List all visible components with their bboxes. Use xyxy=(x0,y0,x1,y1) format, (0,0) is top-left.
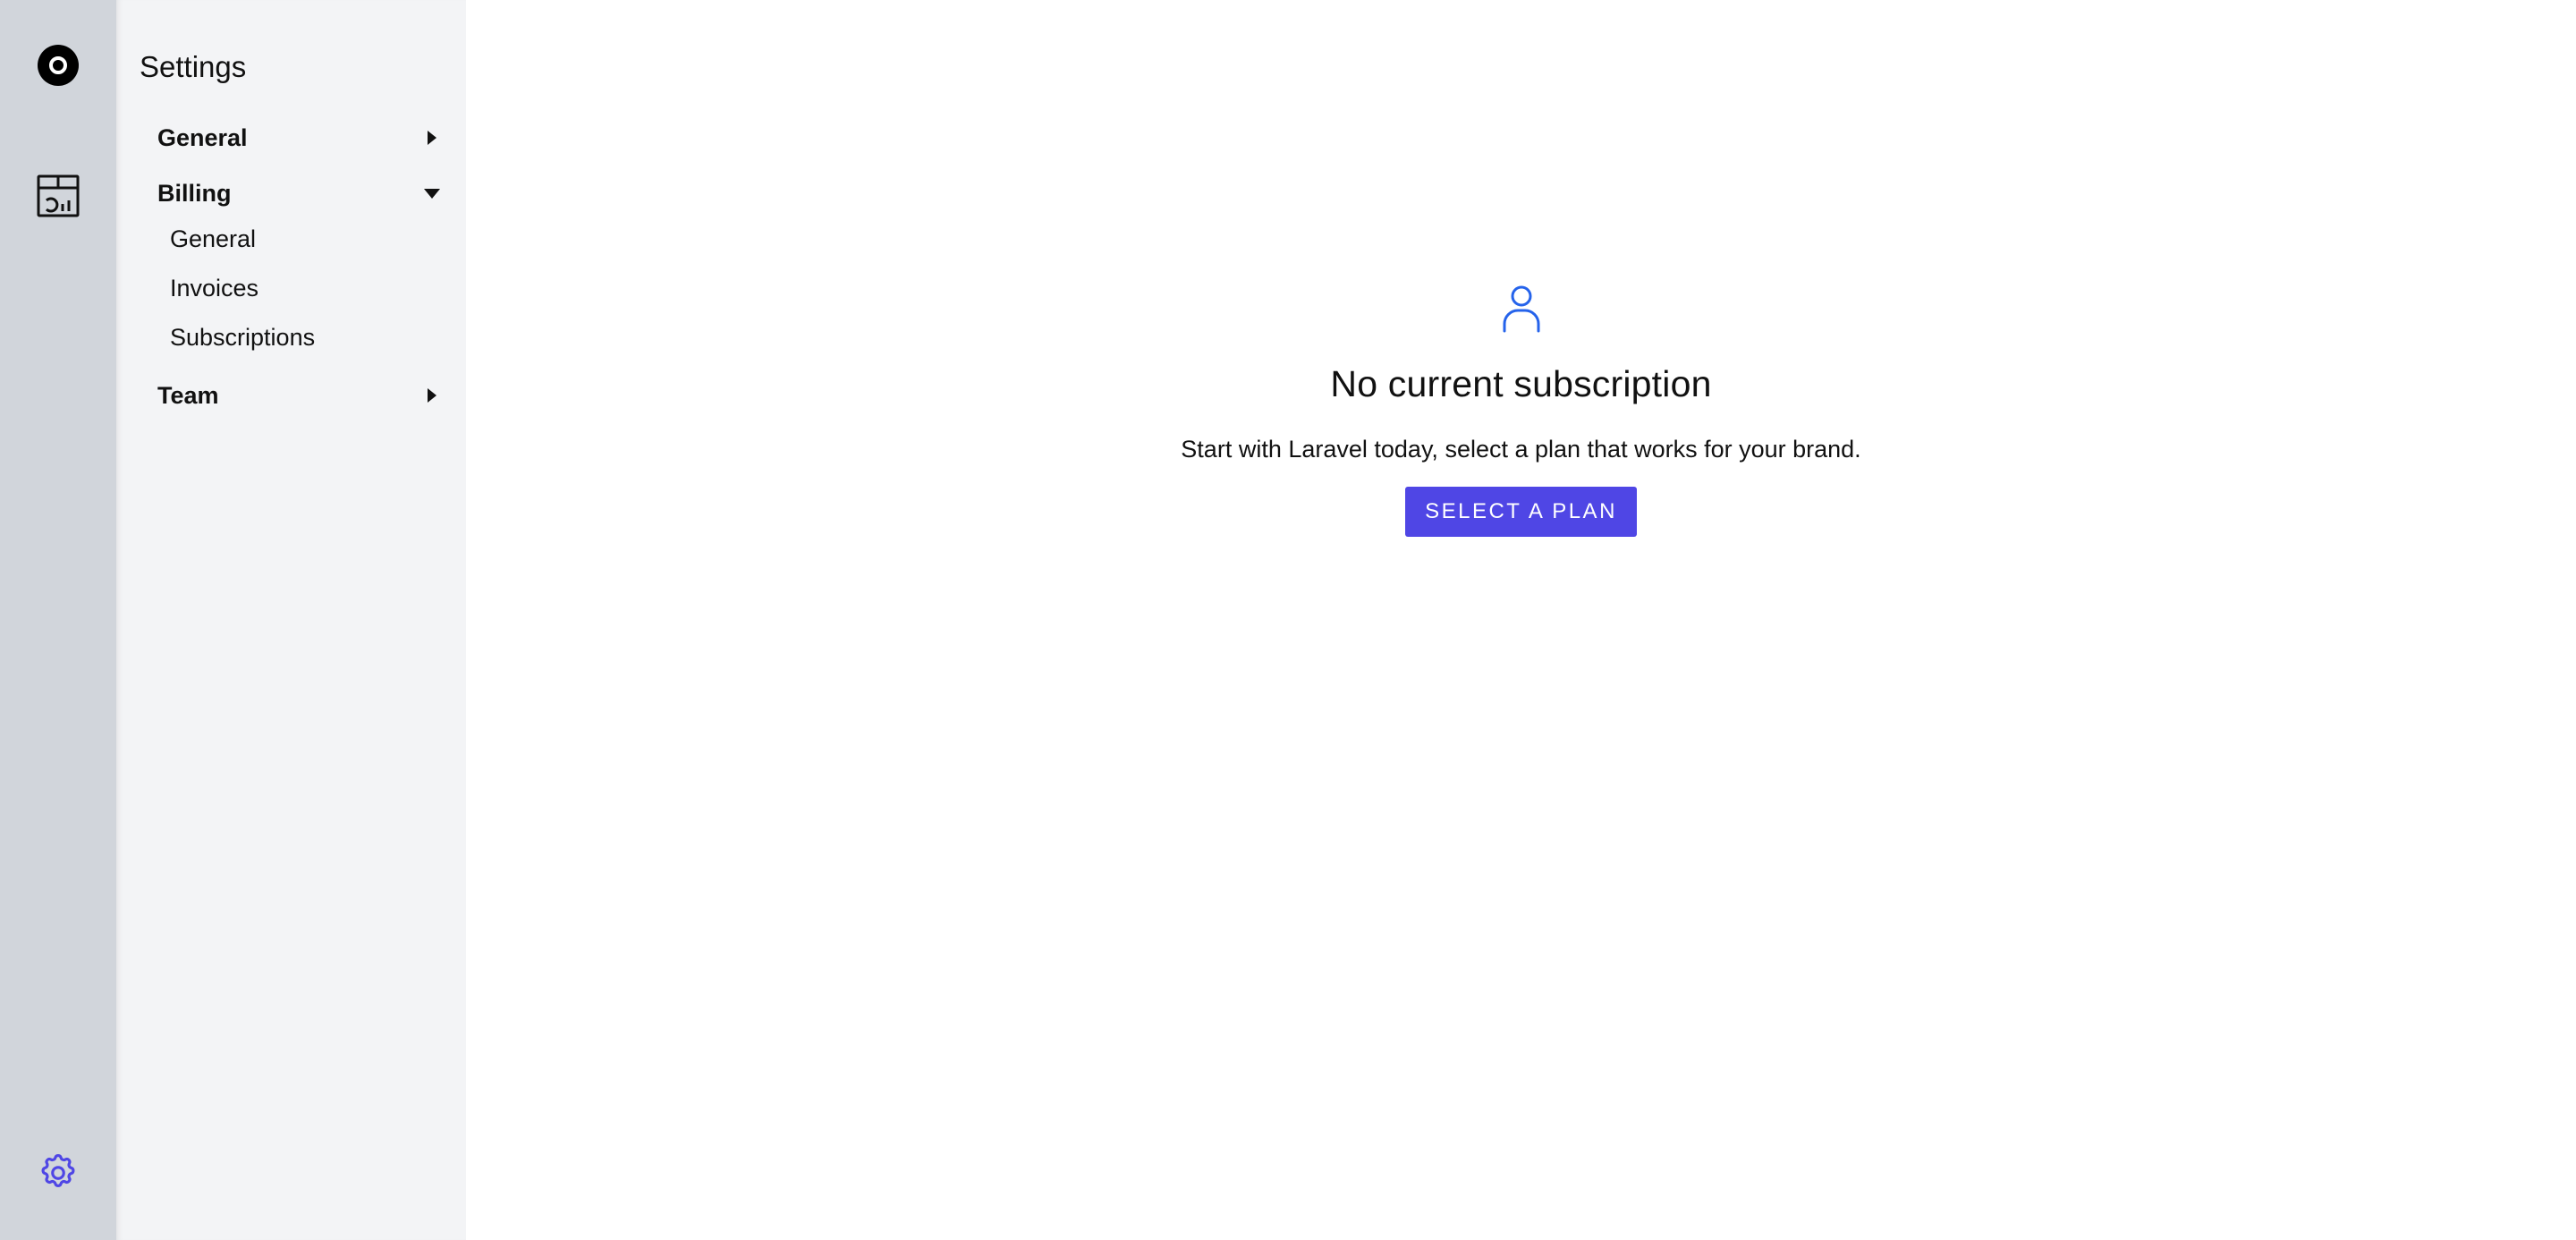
app-window: Settings General Billing General Invoice… xyxy=(0,0,2576,1240)
nav-group-label: General xyxy=(157,123,248,151)
nav-group-billing[interactable]: Billing xyxy=(157,174,445,213)
settings-button[interactable] xyxy=(0,1149,116,1197)
settings-sidebar: Settings General Billing General Invoice… xyxy=(116,0,466,1240)
nav-group-label: Team xyxy=(157,381,219,409)
dashboard-button[interactable] xyxy=(0,172,116,220)
nav-group-general[interactable]: General xyxy=(157,118,445,157)
empty-state-title: No current subscription xyxy=(1330,363,1712,404)
caret-right-icon xyxy=(428,388,436,403)
caret-down-icon xyxy=(424,188,440,199)
nav-item-billing-general[interactable]: General xyxy=(170,220,438,258)
logo-icon xyxy=(38,45,79,86)
gear-icon xyxy=(41,1154,75,1187)
empty-state: No current subscription Start with Larav… xyxy=(466,285,2576,537)
nav-item-invoices[interactable]: Invoices xyxy=(170,269,438,307)
empty-state-description: Start with Laravel today, select a plan … xyxy=(1181,436,1861,463)
main-content: No current subscription Start with Larav… xyxy=(466,0,2576,1240)
nav-item-subscriptions[interactable]: Subscriptions xyxy=(170,318,438,356)
nav-group-team[interactable]: Team xyxy=(157,376,445,415)
dashboard-icon xyxy=(37,174,80,217)
select-plan-button[interactable]: SELECT A PLAN xyxy=(1405,487,1637,537)
nav-group-label: Billing xyxy=(157,179,232,207)
caret-right-icon xyxy=(428,131,436,145)
icon-rail xyxy=(0,0,116,1240)
logo-button[interactable] xyxy=(0,43,116,88)
sidebar-title: Settings xyxy=(140,50,247,83)
user-icon xyxy=(1503,285,1539,333)
